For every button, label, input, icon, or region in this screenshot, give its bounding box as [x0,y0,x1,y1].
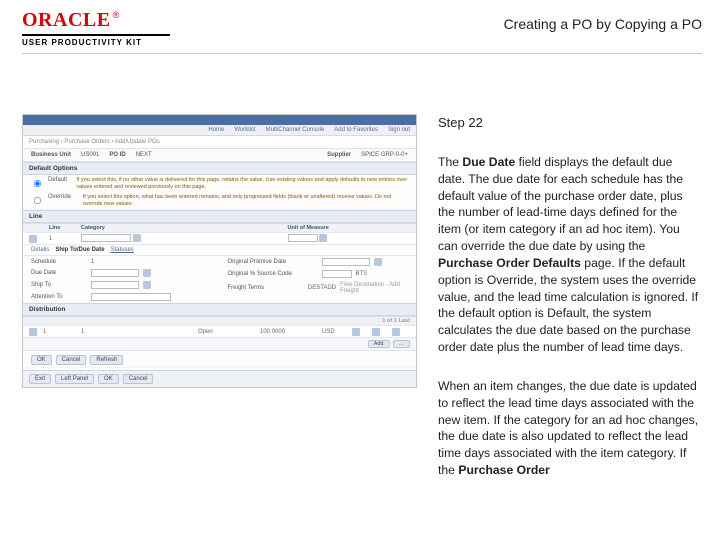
instruction-panel: Step 22 The Due Date field displays the … [438,114,702,501]
schedule-subtabs: Details Ship To/Due Date Statuses [23,245,416,256]
override-desc: If you select this option, what has been… [83,194,408,207]
breadcrumb: Purchasing › Purchase Orders › Add/Updat… [23,136,416,149]
src-label: Original % Source Code [228,271,318,277]
lookup-icon[interactable] [392,328,400,336]
ok2-button[interactable]: OK [98,374,119,384]
grid-add-button[interactable]: Add [368,340,390,348]
exit-button[interactable]: Exit [29,374,51,384]
calendar-icon[interactable] [143,269,151,277]
dist-sched: 1 [43,329,79,335]
paragraph-1: The Due Date field displays the default … [438,154,702,356]
lookup-icon[interactable] [133,234,141,242]
refresh-button[interactable]: Refresh [90,355,123,365]
supplier-label: Supplier [327,152,351,158]
cancel2-button[interactable]: Cancel [123,374,154,384]
brand-block: ORACLE® USER PRODUCTIVITY KIT [22,10,170,47]
grid-last[interactable]: Last [399,318,410,324]
top-divider [22,53,702,54]
lookup-icon[interactable] [352,328,360,336]
row-uom-field[interactable] [288,234,318,242]
po-header: Business Unit US001 PO ID NEXT Supplier … [23,149,416,162]
shipto-label: Ship To [31,282,87,288]
freight-desc: Free Destination - Add Freight [340,282,408,294]
nav-home[interactable]: Home [208,127,224,133]
src-value: BTS [356,271,368,277]
app-nav: Home Worklist MultiChannel Console Add t… [23,125,416,136]
schedule-label: Schedule [31,259,87,265]
line-row[interactable]: 1 [23,233,416,245]
default-label: Default [48,177,72,183]
col-line: Line [49,225,79,231]
lookup-icon[interactable] [143,281,151,289]
grid-pager: 1 of 1 [382,318,396,324]
dist-dist: 1 [81,329,196,335]
promise-label: Original Promise Date [228,259,318,265]
nav-mcc[interactable]: MultiChannel Console [266,127,325,133]
src-field[interactable] [322,270,352,278]
poid-value: NEXT [136,152,152,158]
col-uom: Unit of Measure [288,225,411,231]
app-screenshot: Home Worklist MultiChannel Console Add t… [22,114,417,388]
radio-override[interactable] [34,197,41,204]
cancel-button[interactable]: Cancel [56,355,87,365]
page-title: Creating a PO by Copying a PO [504,16,702,32]
due-label: Due Date [31,270,87,276]
grid-more-button[interactable]: … [393,340,411,348]
override-label: Override [48,194,79,200]
distribution-grid: 1 of 1Last 1 1 Open 100.0000 USD Add … [23,316,416,351]
bu-value: US001 [81,152,99,158]
freight-label: Freight Terms [228,285,304,291]
attention-label: Attention To [31,294,87,300]
dist-status: Open [198,329,258,335]
due-field[interactable] [91,269,139,277]
app-banner [23,115,416,125]
nav-worklist[interactable]: Worklist [234,127,255,133]
row-category-field[interactable] [81,234,131,242]
ok-button[interactable]: OK [31,355,52,365]
paragraph-2: When an item changes, the due date is up… [438,378,702,479]
default-desc: If you select this, if no other value is… [76,177,408,190]
tab-shipto[interactable]: Ship To/Due Date [55,247,104,253]
calendar-icon[interactable] [374,258,382,266]
step-label: Step 22 [438,114,702,132]
row-select-icon[interactable] [29,328,37,336]
dist-row[interactable]: 1 1 Open 100.0000 USD [23,326,416,338]
line-grid: Line Category Unit of Measure 1 [23,223,416,245]
section-line: Line [23,210,416,223]
leftpanel-button[interactable]: Left Panel [55,374,94,384]
dist-head: 1 of 1Last [23,317,416,326]
app-footer: Exit Left Panel OK Cancel [23,370,416,387]
dist-cur: USD [322,329,350,335]
upk-label: USER PRODUCTIVITY KIT [22,38,170,47]
logo-rule [22,34,170,36]
col-category: Category [81,225,204,231]
section-default-options: Default Options [23,162,416,175]
oracle-logo: ORACLE® [22,10,170,31]
promise-field[interactable] [322,258,370,266]
nav-fav[interactable]: Add to Favorites [334,127,378,133]
freight-value: DESTADD [308,285,336,291]
shipto-field[interactable] [91,281,139,289]
section-distribution: Distribution [23,303,416,316]
dist-pct: 100.0000 [260,329,320,335]
lookup-icon[interactable] [372,328,380,336]
bu-label: Business Unit [31,152,71,158]
schedule-value: 1 [91,259,94,265]
attention-field[interactable] [91,293,171,301]
nav-signout[interactable]: Sign out [388,127,410,133]
tab-statuses[interactable]: Statuses [111,247,134,253]
tab-details[interactable]: Details [31,247,49,253]
radio-default[interactable] [34,180,41,187]
row-line: 1 [49,236,79,242]
lookup-icon[interactable] [319,234,327,242]
row-select-icon[interactable] [29,235,37,243]
supplier-value: SPICE GRP-0-0+ [361,152,408,158]
poid-label: PO ID [109,152,125,158]
